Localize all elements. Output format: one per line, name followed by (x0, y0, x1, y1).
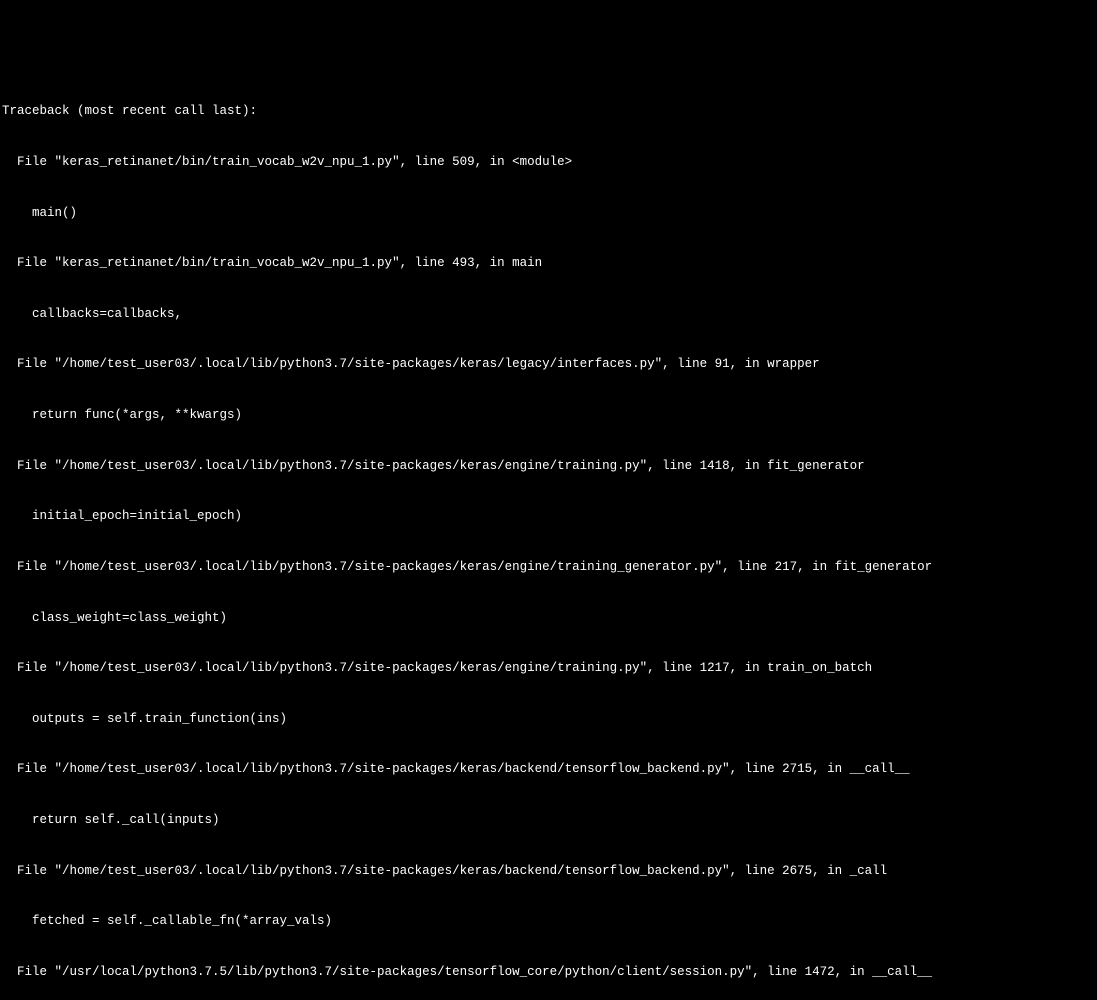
frame-8-file: File "/usr/local/python3.7.5/lib/python3… (2, 964, 1095, 981)
traceback-header: Traceback (most recent call last): (2, 103, 1095, 120)
frame-2-file: File "/home/test_user03/.local/lib/pytho… (2, 356, 1095, 373)
frame-6-file: File "/home/test_user03/.local/lib/pytho… (2, 761, 1095, 778)
frame-5-code: outputs = self.train_function(ins) (2, 711, 1095, 728)
frame-1-file: File "keras_retinanet/bin/train_vocab_w2… (2, 255, 1095, 272)
frame-6-code: return self._call(inputs) (2, 812, 1095, 829)
terminal-output: Traceback (most recent call last): File … (2, 70, 1095, 566)
frame-0-code: main() (2, 205, 1095, 222)
frame-0-file: File "keras_retinanet/bin/train_vocab_w2… (2, 154, 1095, 171)
frame-4-code: class_weight=class_weight) (2, 610, 1095, 627)
frame-7-code: fetched = self._callable_fn(*array_vals) (2, 913, 1095, 930)
frame-3-file: File "/home/test_user03/.local/lib/pytho… (2, 458, 1095, 475)
frame-4-file: File "/home/test_user03/.local/lib/pytho… (2, 559, 1095, 576)
frame-3-code: initial_epoch=initial_epoch) (2, 508, 1095, 525)
frame-7-file: File "/home/test_user03/.local/lib/pytho… (2, 863, 1095, 880)
frame-5-file: File "/home/test_user03/.local/lib/pytho… (2, 660, 1095, 677)
frame-2-code: return func(*args, **kwargs) (2, 407, 1095, 424)
frame-1-code: callbacks=callbacks, (2, 306, 1095, 323)
